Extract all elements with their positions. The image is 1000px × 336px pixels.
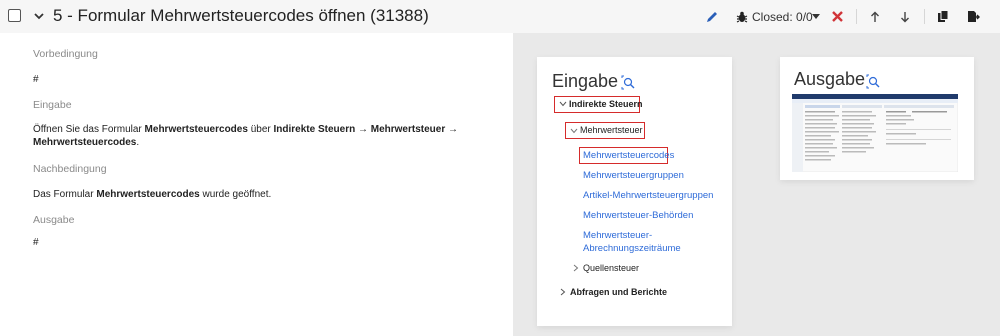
input-card-title: Eingabe [552, 71, 619, 91]
close-button[interactable] [828, 0, 846, 33]
move-up-button[interactable] [867, 0, 883, 33]
closed-status-label: Closed: 0/0 [752, 9, 813, 24]
output-value: # [33, 237, 39, 248]
output-image-card[interactable]: Ausgabe [780, 57, 974, 180]
copy-icon [938, 10, 949, 22]
pencil-icon [707, 11, 717, 22]
caret-down-icon[interactable] [810, 0, 822, 33]
menu-item-vat-codes[interactable]: Mehrwertsteuercodes [583, 150, 674, 161]
select-checkbox[interactable] [8, 9, 21, 22]
menu-item-vat-periods[interactable]: Mehrwertsteuer- Abrechnungszeiträume [583, 229, 681, 255]
menu-item-item-vat-groups[interactable]: Artikel-Mehrwertsteuergruppen [583, 190, 713, 201]
step-title: 5 - Formular Mehrwertsteuercodes öffnen … [53, 6, 429, 25]
move-down-button[interactable] [897, 0, 913, 33]
menu-item-indirect-taxes[interactable]: Indirekte Steuern [569, 99, 643, 109]
closed-status-dropdown[interactable]: Closed: 0/0 [752, 0, 813, 33]
export-button[interactable] [965, 0, 981, 33]
menu-item-withholding-tax[interactable]: Quellensteuer [583, 263, 639, 273]
toolbar-divider [924, 9, 925, 24]
toolbar-divider [856, 9, 857, 24]
arrow-down-icon [901, 11, 909, 22]
postcondition-text: Das Formular Mehrwertsteuercodes wurde g… [33, 189, 272, 200]
menu-item-vat-authorities[interactable]: Mehrwertsteuer-Behörden [583, 210, 693, 221]
menu-item-vat[interactable]: Mehrwertsteuer [580, 125, 643, 135]
arrow-up-icon [871, 11, 879, 22]
export-icon [967, 11, 980, 22]
chevron-down-icon [559, 101, 567, 107]
precondition-value: # [33, 74, 39, 85]
output-label: Ausgabe [33, 214, 75, 226]
input-label: Eingabe [33, 99, 72, 111]
bug-icon [736, 11, 748, 23]
postcondition-label: Nachbedingung [33, 163, 107, 175]
input-image-card[interactable]: Eingabe Indirekte Steuern Mehrwertsteuer… [537, 57, 732, 326]
menu-item-vat-groups[interactable]: Mehrwertsteuergruppen [583, 170, 684, 181]
test-step-header: 5 - Formular Mehrwertsteuercodes öffnen … [0, 0, 1000, 33]
output-card-title: Ausgabe [794, 69, 866, 89]
output-screenshot-thumbnail [792, 94, 958, 172]
chevron-right-icon [573, 264, 579, 272]
precondition-label: Vorbedingung [33, 48, 98, 60]
close-icon [831, 11, 843, 22]
zoom-icon[interactable] [866, 74, 881, 89]
edit-button[interactable] [703, 0, 721, 33]
chevron-down-icon[interactable] [32, 9, 46, 23]
zoom-icon[interactable] [621, 75, 636, 90]
chevron-down-icon [570, 128, 578, 134]
chevron-right-icon [560, 288, 566, 296]
menu-item-queries-reports[interactable]: Abfragen und Berichte [570, 287, 667, 297]
copy-button[interactable] [935, 0, 951, 33]
bug-button[interactable] [733, 0, 751, 33]
input-text: Öffnen Sie das Formular Mehrwertsteuerco… [33, 124, 459, 148]
